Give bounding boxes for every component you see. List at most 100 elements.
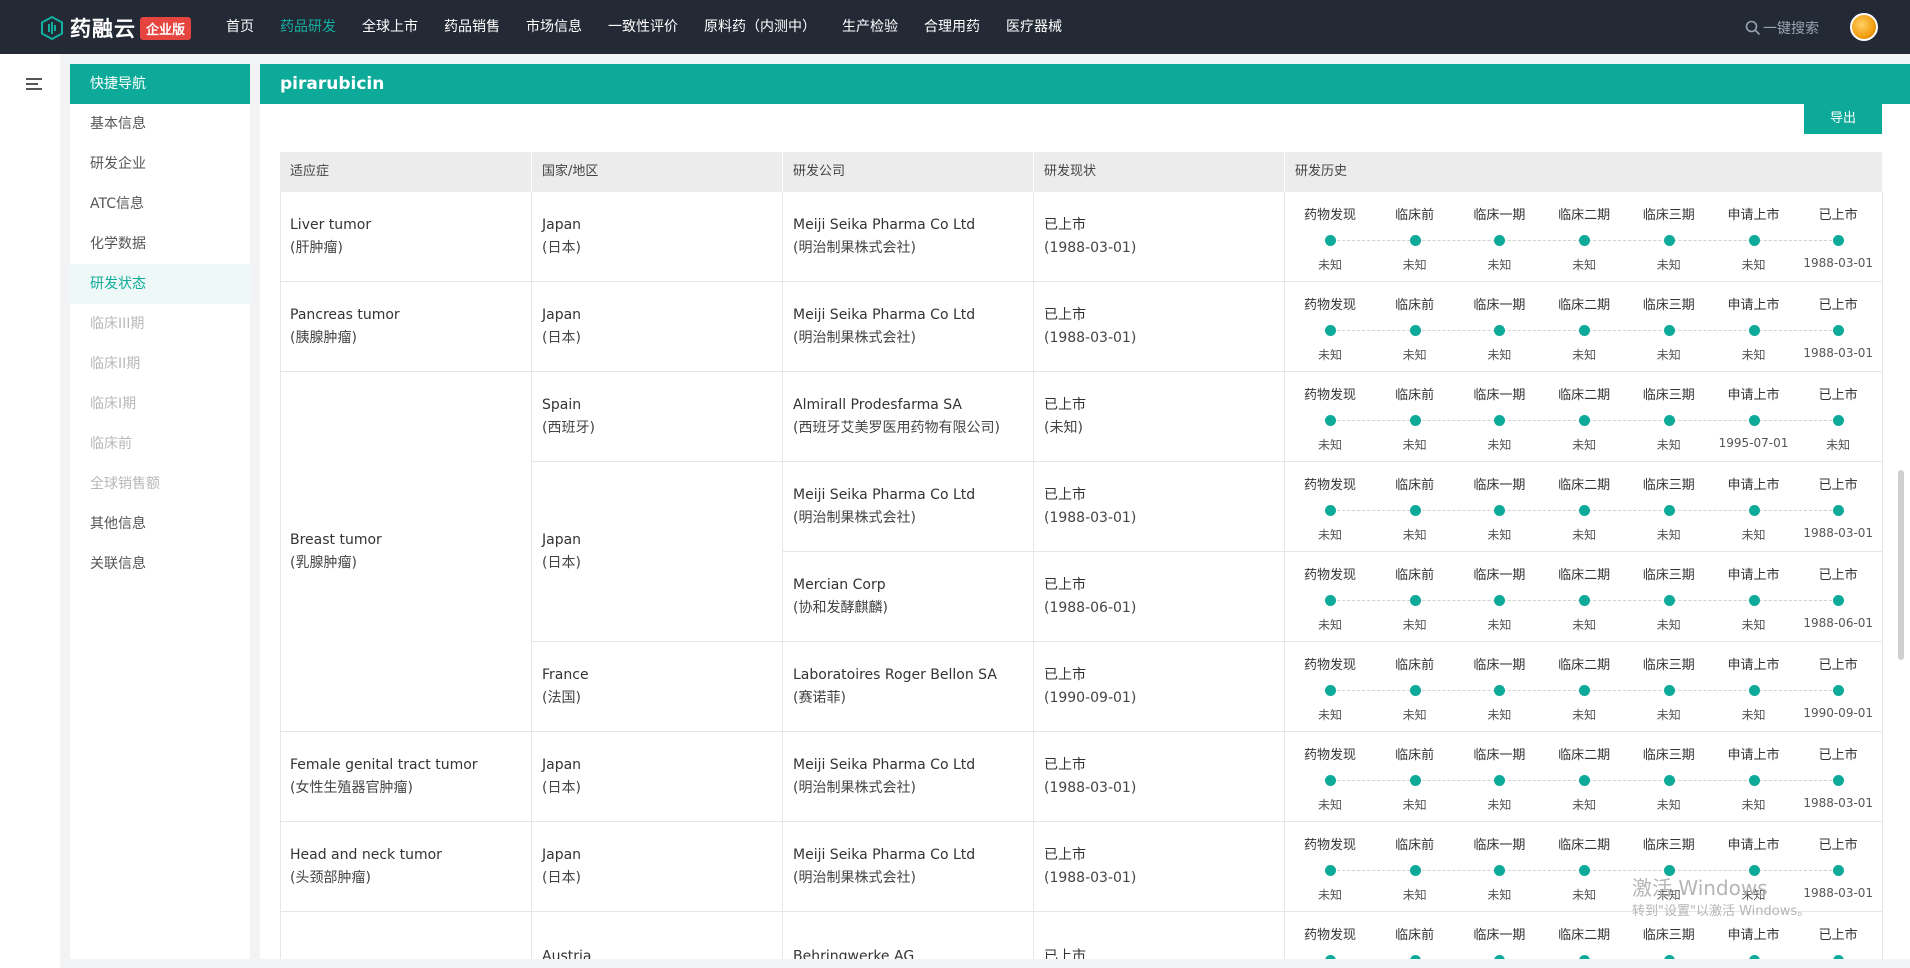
stage-date: 未知 [1572,618,1597,632]
stage-date: 1988-06-01 [1803,616,1874,630]
stage-label: 临床三期 [1642,928,1695,943]
stage-label: 临床一期 [1473,478,1526,493]
stage-date: 未知 [1317,258,1342,272]
country-cell: Japan (日本) [532,822,783,912]
stage-date: 未知 [1656,708,1681,722]
country-cell-en: Japan [542,306,582,323]
status-cell-text: 已上市 (未知) [1044,394,1086,440]
stage-label: 药物发现 [1303,928,1356,943]
stage-dot [1494,505,1506,516]
stage-label: 申请上市 [1727,928,1780,943]
page-title: pirarubicin [260,64,1910,104]
company-cell-en: Meiji Seika Pharma Co Ltd [793,846,976,863]
quick-nav-item[interactable]: 其他信息 [70,504,250,544]
status-cell-en: 已上市 [1044,948,1086,959]
history-cell: 药物发现 未知 临床前 未知 临床一期 未知 临床二期 未知 临床三期 未知 申请上市 未知 已上市 19… [1285,192,1883,282]
status-cell-zh: (1988-03-01) [1044,779,1137,796]
nav-item-3[interactable]: 药品销售 [444,0,500,54]
country-cell-text: Japan (日本) [542,304,581,350]
stage-date: 未知 [1317,438,1342,452]
stage-label: 临床三期 [1642,388,1695,403]
stage-label: 申请上市 [1727,838,1780,853]
indication-cell: Head and neck tumor (头颈部肿瘤) [280,822,532,912]
nav-item-1[interactable]: 药品研发 [280,0,336,54]
status-cell-en: 已上市 [1044,216,1086,233]
company-cell-zh: (明治制果株式会社) [793,239,916,256]
country-cell-zh: (日本) [542,239,581,256]
stage-date: 1995-07-01 [1718,436,1789,450]
menu-icon[interactable] [26,78,42,90]
country-cell-en: Austria [542,948,592,959]
stage-dot [1579,775,1591,786]
nav-item-9[interactable]: 医疗器械 [1006,0,1062,54]
stage-label: 药物发现 [1303,838,1356,853]
scrollbar[interactable] [1898,470,1904,660]
stage-label: 已上市 [1818,298,1858,313]
stage-dot [1325,235,1336,246]
stage-dot [1833,955,1845,959]
quick-nav-item[interactable]: 研发企业 [70,144,250,184]
country-cell: France (法国) [532,642,783,732]
stage-date: 未知 [1572,708,1597,722]
nav-item-6[interactable]: 原料药（内测中） [704,0,816,54]
nav-item-4[interactable]: 市场信息 [526,0,582,54]
quick-nav-item: 临床前 [90,436,132,452]
export-button[interactable]: 导出 [1804,104,1882,134]
column-header: 研发历史 [1285,152,1883,192]
stage-date: 1988-03-01 [1803,886,1874,900]
indication-cell-zh: (女性生殖器官肿瘤) [290,779,413,796]
stage-label: 临床前 [1395,298,1435,313]
stage-dot [1325,865,1336,876]
company-cell-en: Meiji Seika Pharma Co Ltd [793,756,976,773]
status-cell-text: 已上市 (1988-03-01) [1044,484,1136,530]
stage-date: 未知 [1317,528,1342,542]
stage-dot [1409,325,1421,336]
quick-nav-item[interactable]: ATC信息 [70,184,250,224]
stage-dot [1663,325,1675,336]
stage-label: 临床三期 [1642,568,1695,583]
brand-logo[interactable]: 药融云 企业版 [40,13,192,43]
quick-nav-item[interactable]: 化学数据 [70,224,250,264]
nav-item-0[interactable]: 首页 [226,0,254,54]
status-cell-zh: (1988-06-01) [1044,599,1137,616]
stage-date: 1990-09-01 [1803,706,1874,720]
nav-item-7[interactable]: 生产检验 [842,0,898,54]
indication-cell-text: Breast tumor (乳腺肿瘤) [290,529,382,575]
quick-nav-item[interactable]: 基本信息 [70,104,250,144]
history-cell: 药物发现 未知 临床前 未知 临床一期 未知 临床二期 未知 临床三期 未知 申请上市 未知 已上市 19… [1285,822,1883,912]
column-header: 适应症 [280,152,532,192]
stage-date: 未知 [1402,258,1427,272]
nav-item-8[interactable]: 合理用药 [924,0,980,54]
status-cell-en: 已上市 [1044,666,1086,683]
quick-nav-item[interactable]: 关联信息 [70,544,250,584]
status-cell-text: 已上市 (1990-09-01) [1044,664,1136,710]
stage-date: 未知 [1317,798,1342,812]
stage-date: 未知 [1656,798,1681,812]
stage-dot [1494,685,1506,696]
stage-dot [1325,775,1336,786]
search-button[interactable]: 一键搜索 [1745,18,1819,38]
stage-date: 未知 [1402,888,1427,902]
stage-date: 未知 [1487,888,1512,902]
status-cell-text: 已上市 (1988-03-01) [1044,214,1136,260]
country-cell-zh: (日本) [542,554,581,571]
stage-date: 未知 [1656,438,1681,452]
stage-dot [1833,865,1845,876]
nav-item-5[interactable]: 一致性评价 [608,0,678,54]
table-left-border [280,192,281,959]
status-cell-zh: (1988-03-01) [1044,239,1137,256]
stage-label: 药物发现 [1303,298,1356,313]
indication-cell-en: Liver tumor [290,216,372,233]
company-cell-zh: (明治制果株式会社) [793,779,916,796]
stage-dot [1409,775,1421,786]
stage-date: 未知 [1487,258,1512,272]
country-cell-en: France [542,666,589,683]
nav-item-2[interactable]: 全球上市 [362,0,418,54]
indication-cell: Breast tumor (乳腺肿瘤) [280,372,532,732]
user-avatar[interactable] [1850,13,1878,41]
stage-label: 临床三期 [1642,208,1695,223]
stage-date: 未知 [1487,528,1512,542]
quick-nav-item[interactable]: 研发状态 [70,264,250,304]
stage-date: 未知 [1317,618,1342,632]
stage-date: 未知 [1572,348,1597,362]
